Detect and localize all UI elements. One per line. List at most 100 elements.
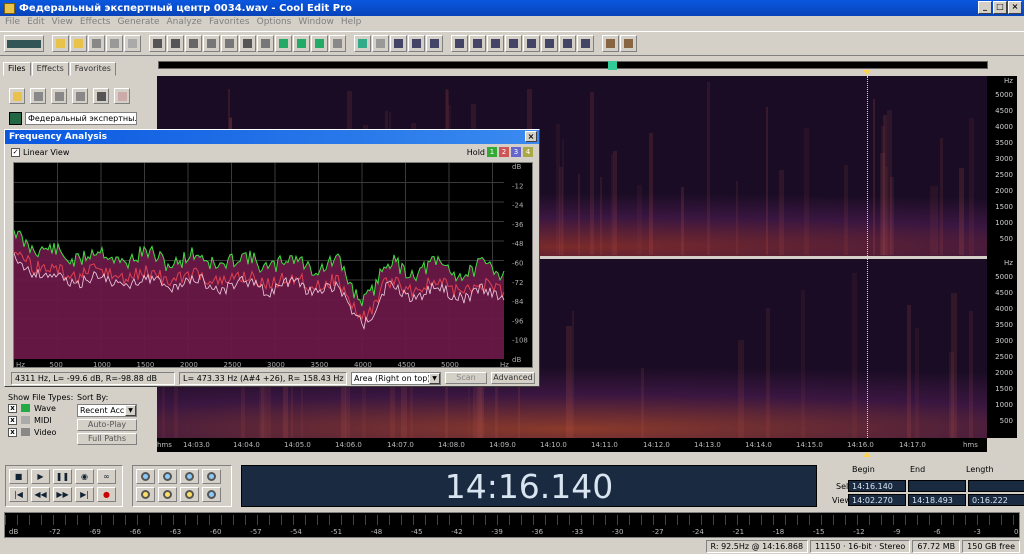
menu-generate[interactable]: Generate bbox=[115, 16, 164, 30]
redo-icon[interactable] bbox=[167, 35, 184, 52]
close-button[interactable]: × bbox=[1008, 1, 1022, 14]
minimize-button[interactable]: _ bbox=[978, 1, 992, 14]
full-paths-button[interactable]: Full Paths bbox=[77, 433, 137, 445]
hold-3-button[interactable]: 3 bbox=[511, 147, 521, 157]
play-to-end-icon[interactable]: ◉ bbox=[75, 469, 94, 484]
linear-view-checkbox[interactable]: ✓ bbox=[11, 148, 20, 157]
open-icon[interactable] bbox=[70, 35, 87, 52]
paste-icon[interactable] bbox=[257, 35, 274, 52]
go-to-end-icon[interactable]: ▶| bbox=[75, 487, 94, 502]
cue-list-icon[interactable] bbox=[469, 35, 486, 52]
hold-2-button[interactable]: 2 bbox=[499, 147, 509, 157]
frequency-analysis-title-bar[interactable]: Frequency Analysis × bbox=[5, 130, 539, 144]
sel-end-field[interactable] bbox=[908, 480, 966, 492]
menu-help[interactable]: Help bbox=[339, 16, 367, 30]
cut-icon[interactable] bbox=[239, 35, 256, 52]
zoom-vertical-out-icon[interactable] bbox=[202, 487, 221, 502]
tab-effects[interactable]: Effects bbox=[31, 62, 69, 76]
snap-icon[interactable] bbox=[408, 35, 425, 52]
pause-icon[interactable]: ❚❚ bbox=[53, 469, 72, 484]
menu-view[interactable]: View bbox=[50, 16, 78, 30]
multitrack-toggle-button[interactable] bbox=[4, 35, 44, 52]
insert-icon[interactable] bbox=[51, 88, 67, 104]
view-length-field[interactable]: 0:16.222 bbox=[968, 494, 1024, 506]
record-icon[interactable]: ● bbox=[97, 487, 116, 502]
repeat-icon[interactable] bbox=[185, 35, 202, 52]
waveform-view-icon[interactable] bbox=[354, 35, 371, 52]
menu-edit[interactable]: Edit bbox=[25, 16, 49, 30]
scan-button[interactable]: Scan bbox=[445, 372, 487, 384]
zoom-full-icon[interactable] bbox=[180, 469, 199, 484]
advanced-button[interactable]: Advanced bbox=[491, 372, 535, 384]
trim-icon[interactable] bbox=[311, 35, 328, 52]
copy-icon[interactable] bbox=[203, 35, 220, 52]
hold-1-button[interactable]: 1 bbox=[487, 147, 497, 157]
open-file-icon[interactable] bbox=[9, 88, 25, 104]
help-icon[interactable] bbox=[620, 35, 637, 52]
undo-icon[interactable] bbox=[149, 35, 166, 52]
help-icon[interactable] bbox=[114, 88, 130, 104]
menu-analyze[interactable]: Analyze bbox=[165, 16, 207, 30]
file-list-item[interactable]: Федеральный экспертны... bbox=[25, 112, 137, 125]
phase-icon[interactable] bbox=[559, 35, 576, 52]
info-icon[interactable] bbox=[451, 35, 468, 52]
playlist-icon[interactable] bbox=[487, 35, 504, 52]
overview-thumb[interactable] bbox=[608, 61, 617, 70]
auto-play-button[interactable]: Auto-Play bbox=[77, 419, 137, 431]
zoom-selection-icon[interactable] bbox=[180, 487, 199, 502]
menu-effects[interactable]: Effects bbox=[78, 16, 116, 30]
settings-icon[interactable] bbox=[602, 35, 619, 52]
stop-icon[interactable]: ■ bbox=[9, 469, 28, 484]
delete-icon[interactable] bbox=[329, 35, 346, 52]
chevron-down-icon[interactable]: ▼ bbox=[125, 405, 136, 416]
play-icon[interactable] bbox=[505, 35, 522, 52]
frequency-analysis-icon[interactable] bbox=[523, 35, 540, 52]
zoom-in-icon[interactable] bbox=[136, 469, 155, 484]
spectral-view-icon[interactable] bbox=[372, 35, 389, 52]
close-file-icon[interactable] bbox=[30, 88, 46, 104]
loop-icon[interactable]: ∞ bbox=[97, 469, 116, 484]
maximize-button[interactable]: □ bbox=[993, 1, 1007, 14]
chevron-down-icon[interactable]: ▼ bbox=[429, 372, 440, 384]
rewind-icon[interactable]: ◀◀ bbox=[31, 487, 50, 502]
fast-forward-icon[interactable]: ▶▶ bbox=[53, 487, 72, 502]
view-begin-field[interactable]: 14:02.270 bbox=[848, 494, 906, 506]
video-checkbox[interactable]: x bbox=[8, 427, 17, 437]
zoom-right-icon[interactable] bbox=[158, 487, 177, 502]
options-icon[interactable] bbox=[93, 88, 109, 104]
zoom-vertical-in-icon[interactable] bbox=[202, 469, 221, 484]
tab-files[interactable]: Files bbox=[3, 62, 31, 76]
go-to-start-icon[interactable]: |◀ bbox=[9, 487, 28, 502]
zoom-left-icon[interactable] bbox=[136, 487, 155, 502]
menu-options[interactable]: Options bbox=[255, 16, 297, 30]
area-select[interactable]: Area (Right on top) ▼ bbox=[351, 371, 441, 385]
zoom-out-icon[interactable] bbox=[158, 469, 177, 484]
midi-checkbox[interactable]: x bbox=[8, 415, 17, 425]
new-icon[interactable] bbox=[52, 35, 69, 52]
hold-4-button[interactable]: 4 bbox=[523, 147, 533, 157]
edit-file-icon[interactable] bbox=[72, 88, 88, 104]
grid-icon[interactable] bbox=[390, 35, 407, 52]
menu-favorites[interactable]: Favorites bbox=[207, 16, 255, 30]
copy-new-icon[interactable] bbox=[221, 35, 238, 52]
tab-favorites[interactable]: Favorites bbox=[69, 62, 116, 76]
close-icon[interactable]: × bbox=[525, 131, 537, 142]
wave-checkbox[interactable]: x bbox=[8, 403, 17, 413]
time-ruler[interactable]: hms 14:03.0 14:04.0 14:05.0 14:06.0 14:0… bbox=[157, 438, 987, 452]
sort-select[interactable]: Recent Acc ▼ bbox=[77, 404, 137, 417]
statistics-icon[interactable] bbox=[541, 35, 558, 52]
markers-icon[interactable] bbox=[426, 35, 443, 52]
scripts-icon[interactable] bbox=[577, 35, 594, 52]
mix-paste-icon[interactable] bbox=[293, 35, 310, 52]
close-file-icon[interactable] bbox=[124, 35, 141, 52]
sel-length-field[interactable] bbox=[968, 480, 1024, 492]
save-as-icon[interactable] bbox=[106, 35, 123, 52]
frequency-plot[interactable]: dB -12 -24 -36 -48 -60 -72 -84 -96 -108 dB Hz 500 10… bbox=[13, 162, 533, 369]
paste-new-icon[interactable] bbox=[275, 35, 292, 52]
view-end-field[interactable]: 14:18.493 bbox=[908, 494, 966, 506]
play-icon[interactable]: ▶ bbox=[31, 469, 50, 484]
menu-window[interactable]: Window bbox=[296, 16, 339, 30]
overview-bar[interactable] bbox=[158, 61, 988, 70]
menu-file[interactable]: File bbox=[3, 16, 25, 30]
sel-begin-field[interactable]: 14:16.140 bbox=[848, 480, 906, 492]
